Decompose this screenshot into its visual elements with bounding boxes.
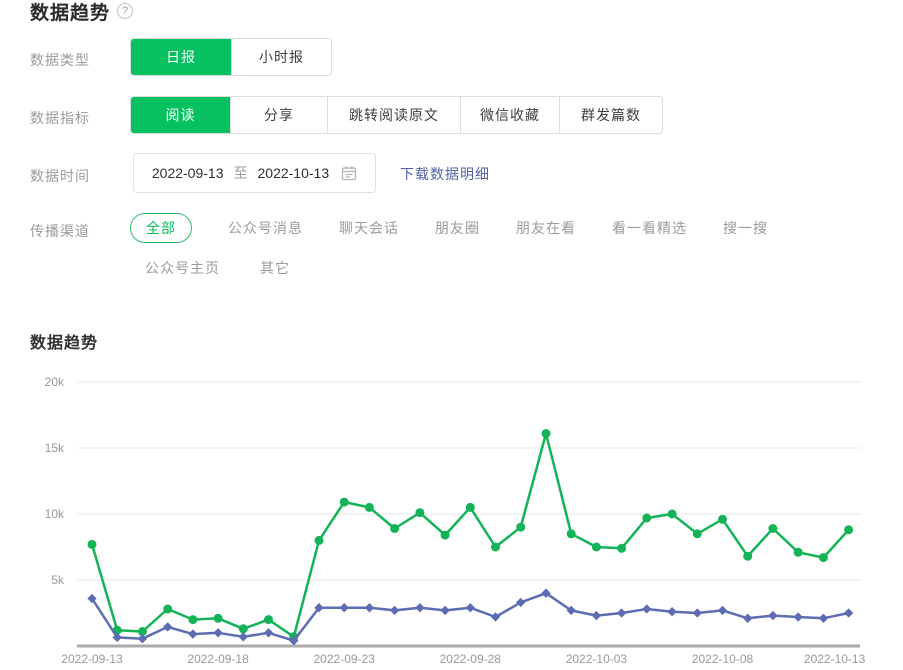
tab-read[interactable]: 阅读 (131, 97, 230, 133)
channel-chat-session[interactable]: 聊天会话 (339, 218, 399, 238)
channel-official-account-message[interactable]: 公众号消息 (228, 218, 303, 238)
svg-text:15k: 15k (45, 441, 65, 455)
channel-search[interactable]: 搜一搜 (723, 218, 768, 238)
channel-top-stories-featured[interactable]: 看一看精选 (612, 218, 687, 238)
tab-wechat-favorite[interactable]: 微信收藏 (460, 97, 559, 133)
data-trend-page: 数据趋势 ? 数据类型 日报 小时报 数据指标 阅读 分享 跳转阅读原文 微信收… (0, 0, 903, 670)
download-data-link[interactable]: 下载数据明细 (400, 164, 490, 184)
data-type-segmented-control: 日报 小时报 (130, 38, 332, 76)
tab-hourly-report[interactable]: 小时报 (231, 39, 331, 75)
chart-section-title: 数据趋势 (30, 335, 99, 352)
svg-text:2022-09-28: 2022-09-28 (440, 652, 502, 666)
svg-text:2022-09-18: 2022-09-18 (187, 652, 249, 666)
channel-other[interactable]: 其它 (260, 258, 290, 278)
channel-all[interactable]: 全部 (130, 213, 192, 243)
date-range-picker[interactable]: 2022-09-13 至 2022-10-13 (133, 153, 376, 193)
channel-moments[interactable]: 朋友圈 (435, 218, 480, 238)
tab-jump-to-original[interactable]: 跳转阅读原文 (327, 97, 460, 133)
date-separator: 至 (233, 165, 248, 181)
date-start: 2022-09-13 (151, 165, 224, 181)
svg-text:2022-10-13: 2022-10-13 (804, 652, 866, 666)
channel-official-account-homepage[interactable]: 公众号主页 (145, 258, 220, 278)
calendar-icon (341, 166, 357, 181)
date-end: 2022-10-13 (257, 165, 330, 181)
help-icon[interactable]: ? (117, 3, 133, 19)
tab-share[interactable]: 分享 (230, 97, 327, 133)
data-metric-label: 数据指标 (30, 110, 90, 126)
tab-daily-report[interactable]: 日报 (131, 39, 231, 75)
data-type-label: 数据类型 (30, 52, 90, 68)
page-title: 数据趋势 (30, 3, 111, 24)
svg-text:10k: 10k (45, 507, 65, 521)
svg-text:2022-09-13: 2022-09-13 (61, 652, 123, 666)
data-time-label: 数据时间 (30, 168, 90, 184)
svg-text:20k: 20k (45, 375, 65, 389)
channel-label: 传播渠道 (30, 223, 90, 239)
svg-text:5k: 5k (51, 573, 65, 587)
channel-friends-reading[interactable]: 朋友在看 (516, 218, 576, 238)
svg-text:2022-10-08: 2022-10-08 (692, 652, 754, 666)
svg-text:2022-10-03: 2022-10-03 (566, 652, 628, 666)
trend-line-chart: 20k 15k 10k 5k 2022-09-13 2022-09-18 2022-09-2… (45, 375, 866, 666)
svg-text:2022-09-23: 2022-09-23 (314, 652, 376, 666)
data-metric-segmented-control: 阅读 分享 跳转阅读原文 微信收藏 群发篇数 (130, 96, 663, 134)
tab-mass-send-count[interactable]: 群发篇数 (559, 97, 662, 133)
channel-list-row2: 公众号主页 其它 (145, 258, 290, 278)
channel-list-row1: 全部 公众号消息 聊天会话 朋友圈 朋友在看 看一看精选 搜一搜 (130, 213, 768, 243)
